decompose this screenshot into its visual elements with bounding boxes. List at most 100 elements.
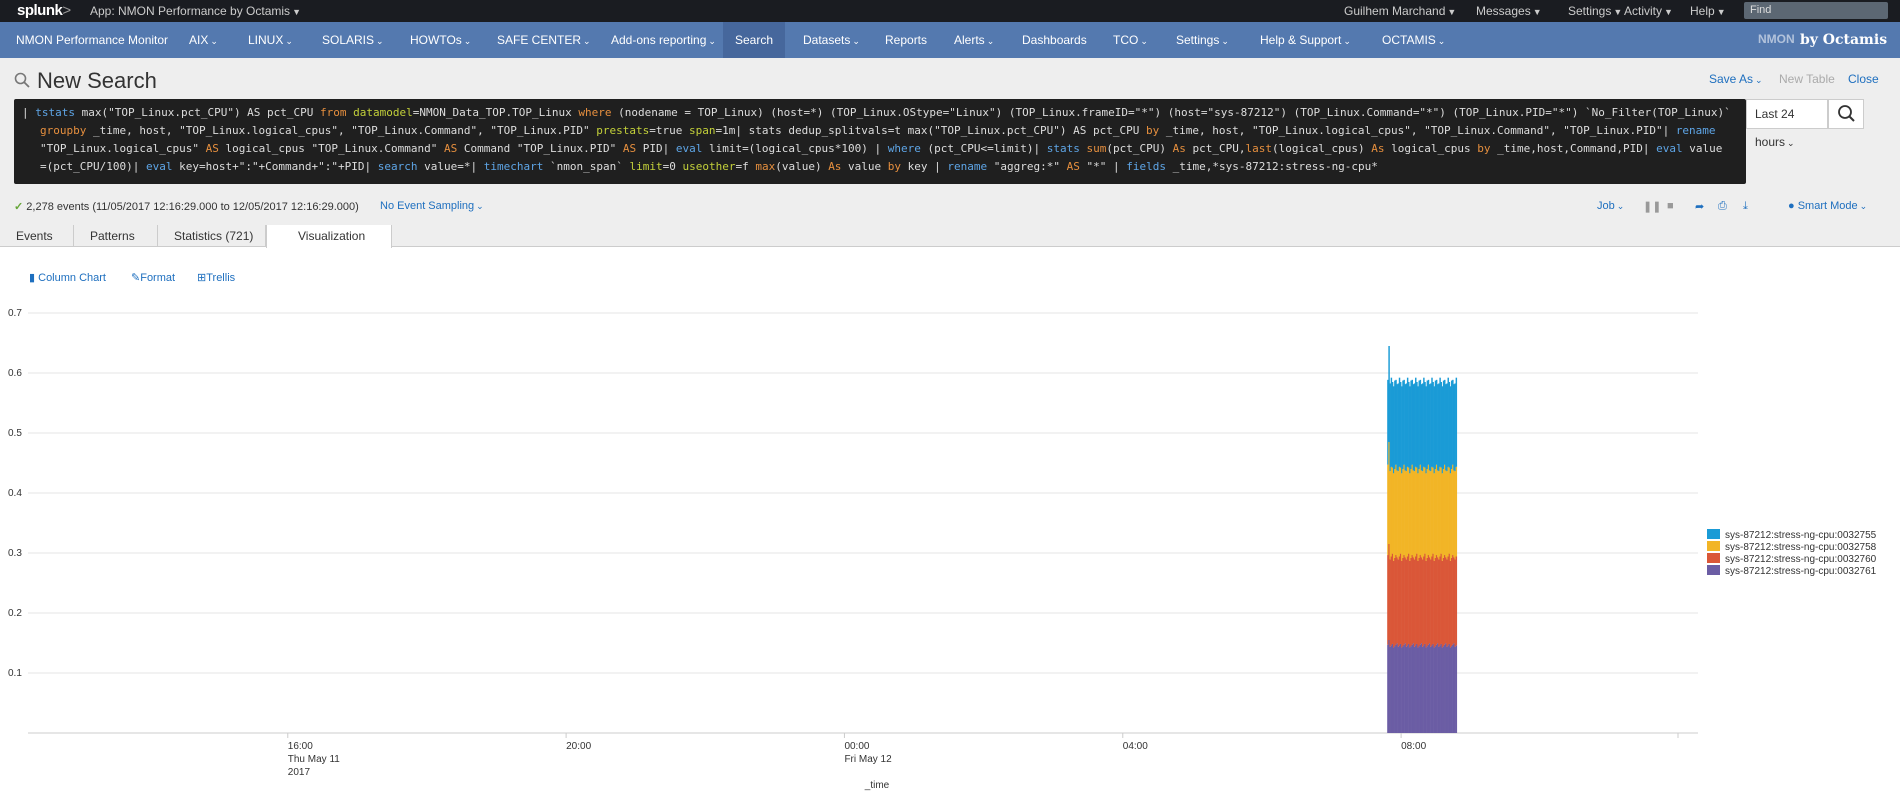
pause-icon[interactable]: ❚❚	[1643, 200, 1661, 213]
chevron-down-icon: ⌄	[1755, 75, 1763, 85]
x-tick-label: Fri May 12	[844, 754, 892, 765]
brand-nmon: NMON	[1758, 32, 1795, 46]
nav-alerts[interactable]: Alerts ⌄	[954, 22, 994, 58]
splunk-logo[interactable]: splunk>	[17, 2, 71, 19]
chevron-down-icon: ⌄	[986, 36, 995, 46]
save-as-button[interactable]: Save As ⌄	[1709, 72, 1763, 86]
x-tick-label: 16:00	[288, 741, 313, 752]
x-tick-label: 04:00	[1123, 741, 1148, 752]
chevron-down-icon: ⌄	[476, 201, 484, 211]
y-tick-label: 0.2	[8, 608, 22, 619]
trellis-button[interactable]: ⊞Trellis	[197, 271, 235, 284]
column-chart: 0.1 0.2 0.3 0.4 0.5 0.6 0.7 16:00 Thu May 11 2017…	[8, 308, 1877, 791]
chevron-down-icon: ⌄	[1616, 201, 1625, 211]
app-selector[interactable]: App: NMON Performance by Octamis ▼	[90, 4, 301, 18]
messages-menu[interactable]: Messages ▼	[1476, 4, 1542, 18]
check-icon: ✓	[14, 201, 24, 213]
legend-swatch	[1707, 529, 1720, 539]
chevron-down-icon: ⌄	[1787, 138, 1795, 148]
stop-icon[interactable]: ■	[1667, 200, 1674, 212]
column-segment	[1455, 645, 1458, 733]
x-tick-label: Thu May 11	[288, 754, 340, 765]
activity-menu[interactable]: Activity ▼	[1624, 4, 1673, 18]
user-menu[interactable]: Guilhem Marchand ▼	[1344, 4, 1456, 18]
x-tick-label: 08:00	[1401, 741, 1426, 752]
query-line: groupby _time, host, "TOP_Linux.logical_…	[40, 124, 1716, 137]
nav-linux[interactable]: LINUX ⌄	[248, 22, 293, 58]
chevron-down-icon: ⌄	[1343, 36, 1351, 46]
print-icon[interactable]: ⎙	[1718, 200, 1727, 213]
nav-help-support[interactable]: Help & Support ⌄	[1260, 22, 1351, 58]
legend-label: sys-87212:stress-ng-cpu:0032758	[1725, 542, 1877, 553]
search-icon	[1838, 105, 1855, 122]
nav-safe-center[interactable]: SAFE CENTER ⌄	[497, 22, 591, 58]
event-sampling-dropdown[interactable]: No Event Sampling ⌄	[380, 200, 484, 212]
tab-visualization[interactable]: Visualization	[266, 225, 392, 248]
bar-chart-icon: ▮	[29, 272, 36, 284]
nav-nmon-performance-monitor[interactable]: NMON Performance Monitor	[16, 22, 168, 58]
nav-octamis[interactable]: OCTAMIS ⌄	[1382, 22, 1445, 58]
time-range-picker[interactable]: Last 24 hours ⌄	[1746, 99, 1828, 149]
chevron-down-icon: ⌄	[852, 36, 860, 46]
nav-aix[interactable]: AIX ⌄	[189, 22, 218, 58]
nav-datasets[interactable]: Datasets ⌄	[803, 22, 860, 58]
query-line: "TOP_Linux.logical_cpus" AS logical_cpus…	[40, 142, 1723, 155]
chevron-down-icon: ⌄	[463, 36, 472, 46]
y-tick-label: 0.5	[8, 428, 22, 439]
app-nav-bar: NMON Performance Monitor AIX ⌄ LINUX ⌄ SOL…	[0, 22, 1900, 58]
chart-type-button[interactable]: ▮ Column Chart	[29, 271, 106, 284]
legend-label: sys-87212:stress-ng-cpu:0032761	[1725, 566, 1877, 577]
close-button[interactable]: Close	[1848, 72, 1879, 86]
chevron-down-icon: ⌄	[583, 36, 591, 46]
chevron-down-icon: ⌄	[1437, 36, 1446, 46]
nav-dashboards[interactable]: Dashboards	[1022, 22, 1087, 58]
lightbulb-icon: ●	[1788, 200, 1795, 212]
nav-addons-reporting[interactable]: Add-ons reporting ⌄	[611, 22, 716, 58]
nav-reports[interactable]: Reports	[885, 22, 927, 58]
chevron-down-icon: ⌄	[1140, 36, 1148, 46]
job-menu[interactable]: Job ⌄	[1597, 200, 1624, 212]
column-segment	[1455, 377, 1458, 467]
find-input[interactable]: Find	[1744, 2, 1888, 19]
search-query-editor[interactable]: | tstats max("TOP_Linux.pct_CPU") AS pct…	[14, 99, 1746, 184]
nav-howtos[interactable]: HOWTOs ⌄	[410, 22, 471, 58]
y-tick-label: 0.6	[8, 368, 22, 379]
grid-icon: ⊞	[197, 272, 207, 284]
smart-mode-menu[interactable]: ● Smart Mode ⌄	[1788, 200, 1867, 212]
chevron-down-icon: ▼	[1664, 7, 1673, 17]
chevron-down-icon: ⌄	[708, 36, 716, 46]
nav-tco[interactable]: TCO ⌄	[1113, 22, 1148, 58]
legend-swatch	[1707, 541, 1720, 551]
legend-swatch	[1707, 553, 1720, 563]
y-tick-label: 0.3	[8, 548, 22, 559]
export-icon[interactable]: ⤓	[1743, 200, 1748, 213]
help-menu[interactable]: Help ▼	[1690, 4, 1726, 18]
chevron-down-icon: ⌄	[376, 36, 384, 46]
format-button[interactable]: ✎Format	[131, 271, 175, 284]
new-table-button[interactable]: New Table	[1779, 72, 1835, 86]
column-segment	[1455, 466, 1458, 557]
legend-swatch	[1707, 565, 1720, 575]
nav-solaris[interactable]: SOLARIS ⌄	[322, 22, 384, 58]
chevron-down-icon: ⌄	[1221, 36, 1229, 46]
nav-settings[interactable]: Settings ⌄	[1176, 22, 1229, 58]
search-icon	[14, 72, 30, 88]
settings-menu[interactable]: Settings ▼	[1568, 4, 1622, 18]
y-tick-label: 0.4	[8, 488, 22, 499]
share-icon[interactable]: ➦	[1695, 200, 1704, 213]
tab-events[interactable]: Events	[0, 225, 74, 247]
brand-octamis: by Octamis	[1800, 32, 1888, 48]
search-button[interactable]	[1828, 99, 1864, 129]
x-axis-title: _time	[864, 780, 890, 791]
nav-search[interactable]: Search	[723, 22, 785, 58]
tab-patterns[interactable]: Patterns	[74, 225, 158, 247]
chevron-down-icon: ▼	[1447, 7, 1457, 17]
legend-label: sys-87212:stress-ng-cpu:0032760	[1725, 554, 1877, 565]
chevron-down-icon: ⌄	[285, 36, 293, 46]
splunk-search-app: splunk> App: NMON Performance by Octamis…	[0, 0, 1900, 808]
tab-statistics[interactable]: Statistics (721)	[158, 225, 266, 247]
pencil-icon: ✎	[131, 272, 141, 284]
chevron-down-icon: ▼	[1716, 7, 1726, 17]
chevron-down-icon: ⌄	[1859, 201, 1868, 211]
query-line: =(pct_CPU/100)| eval key=host+":"+Comman…	[40, 160, 1378, 173]
